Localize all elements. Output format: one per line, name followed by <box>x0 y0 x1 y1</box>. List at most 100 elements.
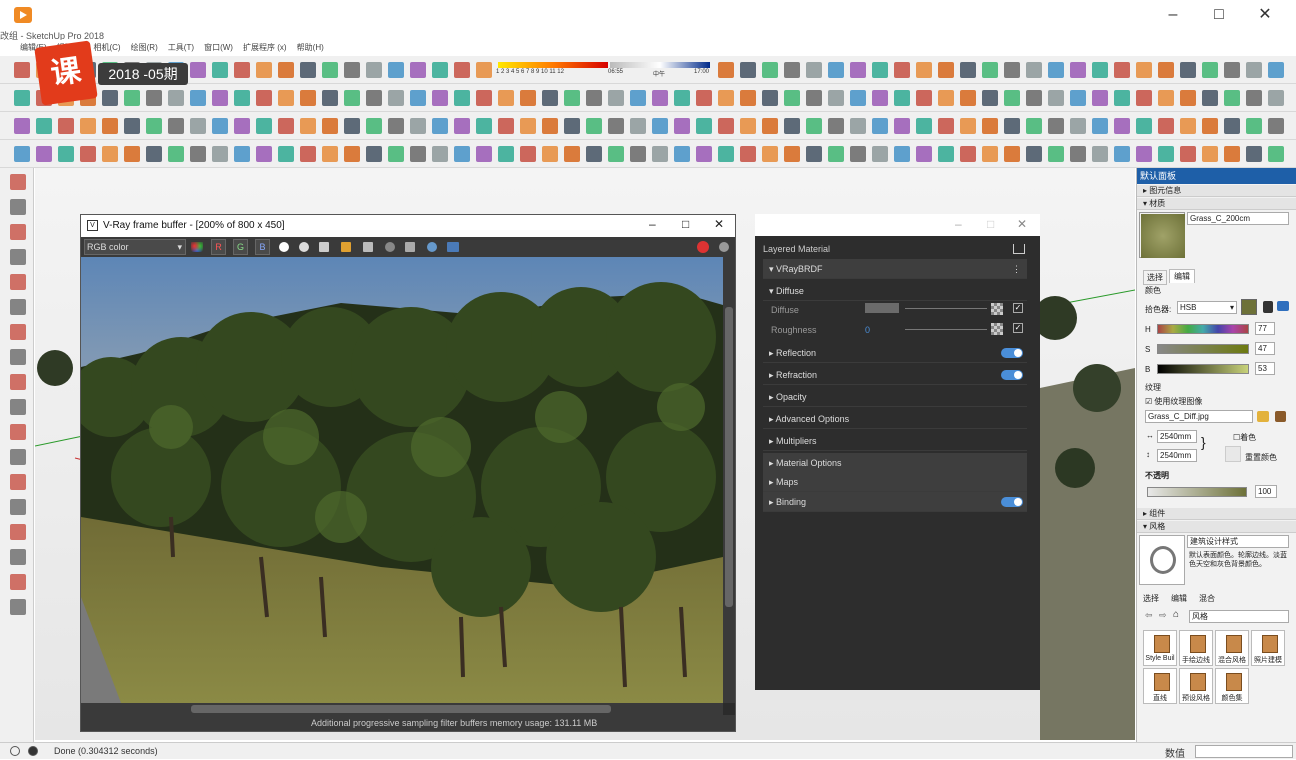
toolbar-tool-icon[interactable] <box>828 146 844 162</box>
toolbar-tool-icon[interactable] <box>740 146 756 162</box>
toolbar-tool-icon[interactable] <box>454 118 470 134</box>
toolbar-tool-icon[interactable] <box>894 146 910 162</box>
toolbar-tool-icon[interactable] <box>762 118 778 134</box>
toolbar-tool-icon[interactable] <box>1026 118 1042 134</box>
left-tool-icon[interactable] <box>10 349 26 365</box>
toolbar-tool-icon[interactable] <box>696 146 712 162</box>
toolbar-tool-icon[interactable] <box>190 90 206 106</box>
toolbar-tool-icon[interactable] <box>1158 118 1174 134</box>
toolbar-tool-icon[interactable] <box>256 146 272 162</box>
toolbar-tool-icon[interactable] <box>1004 146 1020 162</box>
material-minimize-button[interactable]: – <box>955 217 962 231</box>
material-name-field[interactable]: Grass_C_200cm <box>1187 212 1289 225</box>
toolbar-tool-icon[interactable] <box>1268 62 1284 78</box>
geolocation-icon[interactable] <box>10 746 20 756</box>
toolbar-tool-icon[interactable] <box>58 146 74 162</box>
toolbar-tool-icon[interactable] <box>564 118 580 134</box>
left-tool-icon[interactable] <box>10 549 26 565</box>
use-texture-checkbox[interactable]: ☑ 使用纹理图像 <box>1145 396 1202 407</box>
toolbar-tool-icon[interactable] <box>674 118 690 134</box>
browse-folder-icon[interactable] <box>1257 411 1269 422</box>
toolbar-tool-icon[interactable] <box>784 90 800 106</box>
toolbar-tool-icon[interactable] <box>1092 146 1108 162</box>
style-tile-assorted[interactable]: 混合风格 <box>1215 630 1249 666</box>
toolbar-tool-icon[interactable] <box>586 90 602 106</box>
track-mouse-icon[interactable] <box>385 242 395 252</box>
toolbar-tool-icon[interactable] <box>476 146 492 162</box>
menu-window[interactable]: 窗口(W) <box>204 40 233 56</box>
toolbar-tool-icon[interactable] <box>652 90 668 106</box>
toolbar-tool-icon[interactable] <box>894 118 910 134</box>
toolbar-tool-icon[interactable] <box>850 62 866 78</box>
green-channel-button[interactable]: G <box>233 239 248 255</box>
toolbar-tool-icon[interactable] <box>1004 62 1020 78</box>
style-name-field[interactable]: 建筑设计样式 <box>1187 535 1289 548</box>
styles-tab-select[interactable]: 选择 <box>1143 593 1159 604</box>
toolbar-tool-icon[interactable] <box>586 146 602 162</box>
diffuse-color-swatch[interactable] <box>865 303 899 313</box>
toolbar-tool-icon[interactable] <box>1246 62 1262 78</box>
toolbar-tool-icon[interactable] <box>1268 118 1284 134</box>
toolbar-tool-icon[interactable] <box>806 90 822 106</box>
left-tool-icon[interactable] <box>10 399 26 415</box>
toolbar-tool-icon[interactable] <box>740 118 756 134</box>
toolbar-tool-icon[interactable] <box>1092 118 1108 134</box>
match-color-screen-icon[interactable] <box>1277 301 1289 311</box>
left-tool-icon[interactable] <box>10 449 26 465</box>
toolbar-tool-icon[interactable] <box>916 118 932 134</box>
toolbar-tool-icon[interactable] <box>410 62 426 78</box>
roughness-texture-slot[interactable] <box>991 323 1003 335</box>
toolbar-tool-icon[interactable] <box>1070 146 1086 162</box>
toolbar-tool-icon[interactable] <box>630 146 646 162</box>
toolbar-tool-icon[interactable] <box>1004 118 1020 134</box>
toolbar-tool-icon[interactable] <box>410 146 426 162</box>
toolbar-tool-icon[interactable] <box>718 90 734 106</box>
reflection-section[interactable]: ▸ Reflection <box>763 343 1027 363</box>
toolbar-tool-icon[interactable] <box>696 90 712 106</box>
toolbar-tool-icon[interactable] <box>234 146 250 162</box>
toolbar-tool-icon[interactable] <box>520 146 536 162</box>
toolbar-tool-icon[interactable] <box>454 90 470 106</box>
toolbar-tool-icon[interactable] <box>432 90 448 106</box>
blue-channel-button[interactable]: B <box>255 239 270 255</box>
toolbar-tool-icon[interactable] <box>322 118 338 134</box>
toolbar-tool-icon[interactable] <box>806 146 822 162</box>
opacity-section[interactable]: ▸ Opacity <box>763 387 1027 407</box>
toolbar-tool-icon[interactable] <box>388 146 404 162</box>
toolbar-tool-icon[interactable] <box>80 146 96 162</box>
toolbar-tool-icon[interactable] <box>300 118 316 134</box>
toolbar-tool-icon[interactable] <box>1202 62 1218 78</box>
toolbar-tool-icon[interactable] <box>102 118 118 134</box>
toolbar-tool-icon[interactable] <box>102 90 118 106</box>
toolbar-tool-icon[interactable] <box>212 118 228 134</box>
roughness-slider[interactable] <box>905 329 987 330</box>
materials-panel-header[interactable]: ▾ 材质 <box>1137 198 1296 210</box>
toolbar-tool-icon[interactable] <box>344 146 360 162</box>
toolbar-tool-icon[interactable] <box>872 90 888 106</box>
vfb-horizontal-scrollbar[interactable] <box>81 703 723 715</box>
toolbar-tool-icon[interactable] <box>80 118 96 134</box>
style-tile-color-sets[interactable]: 颜色集 <box>1215 668 1249 704</box>
toolbar-tool-icon[interactable] <box>1026 146 1042 162</box>
toolbar-tool-icon[interactable] <box>1026 90 1042 106</box>
toolbar-tool-icon[interactable] <box>960 146 976 162</box>
toolbar-tool-icon[interactable] <box>1114 62 1130 78</box>
toolbar-tool-icon[interactable] <box>36 118 52 134</box>
toolbar-tool-icon[interactable] <box>322 62 338 78</box>
components-panel-header[interactable]: ▸ 组件 <box>1137 508 1296 520</box>
material-close-button[interactable]: ✕ <box>1017 217 1027 231</box>
diffuse-slider[interactable] <box>905 308 987 309</box>
left-tool-icon[interactable] <box>10 599 26 615</box>
toolbar-tool-icon[interactable] <box>520 90 536 106</box>
menu-draw[interactable]: 绘图(R) <box>131 40 158 56</box>
toolbar-tool-icon[interactable] <box>454 62 470 78</box>
styles-tab-edit[interactable]: 编辑 <box>1171 593 1187 604</box>
advanced-options-section[interactable]: ▸ Advanced Options <box>763 409 1027 429</box>
toolbar-tool-icon[interactable] <box>960 62 976 78</box>
left-tool-icon[interactable] <box>10 199 26 215</box>
save-image-icon[interactable] <box>319 242 329 252</box>
style-preview-thumbnail[interactable] <box>1139 535 1185 585</box>
binding-section[interactable]: ▸ Binding <box>763 492 1027 512</box>
toolbar-tool-icon[interactable] <box>1202 90 1218 106</box>
toolbar-tool-icon[interactable] <box>322 146 338 162</box>
